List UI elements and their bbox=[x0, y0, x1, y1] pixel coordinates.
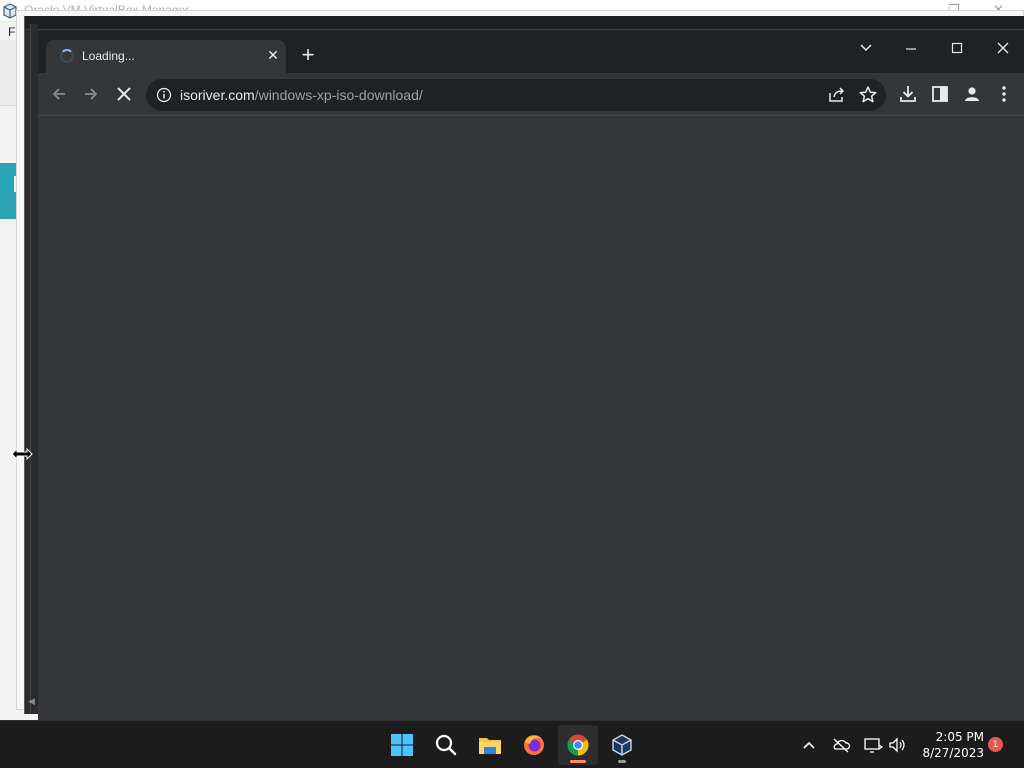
virtualbox-logo-icon bbox=[3, 3, 17, 19]
resize-cursor-icon bbox=[11, 447, 33, 461]
share-icon[interactable] bbox=[826, 84, 848, 106]
firefox-button[interactable] bbox=[514, 725, 554, 765]
back-icon[interactable] bbox=[48, 83, 70, 105]
folder-icon bbox=[479, 738, 501, 754]
url-path: /windows-xp-iso-download/ bbox=[254, 87, 423, 103]
forward-icon[interactable] bbox=[80, 83, 102, 105]
tab-active[interactable]: Loading... ✕ bbox=[46, 40, 286, 73]
site-info-icon[interactable] bbox=[156, 87, 172, 103]
close-icon[interactable] bbox=[988, 35, 1018, 61]
chrome-window: Loading... ✕ + isoriver.com/windows-xp-i… bbox=[38, 31, 1024, 720]
search-icon bbox=[435, 734, 457, 756]
stacked-window-edge-inner bbox=[30, 24, 38, 714]
virtualbox-icon bbox=[612, 734, 632, 756]
search-button[interactable] bbox=[426, 725, 466, 765]
browser-toolbar: isoriver.com/windows-xp-iso-download/ bbox=[38, 73, 1024, 116]
side-panel-icon[interactable] bbox=[929, 83, 951, 105]
loading-spinner-icon bbox=[60, 49, 74, 63]
download-icon[interactable] bbox=[897, 83, 919, 105]
address-bar[interactable]: isoriver.com/windows-xp-iso-download/ bbox=[146, 79, 886, 111]
file-explorer-button[interactable] bbox=[470, 725, 510, 765]
system-clock[interactable]: 2:05 PM 8/27/2023 bbox=[912, 729, 984, 761]
scroll-left-arrow-icon[interactable]: ◀ bbox=[28, 696, 38, 714]
menu-icon[interactable] bbox=[993, 83, 1015, 105]
onedrive-offline-icon[interactable] bbox=[831, 735, 851, 755]
profile-icon[interactable] bbox=[961, 83, 983, 105]
taskbar: 2:05 PM 8/27/2023 1 bbox=[0, 720, 1024, 768]
chrome-icon bbox=[567, 734, 589, 756]
show-hidden-icons-icon[interactable] bbox=[799, 735, 819, 755]
clock-time: 2:05 PM bbox=[935, 730, 984, 744]
tab-close-icon[interactable]: ✕ bbox=[264, 46, 282, 64]
firefox-icon bbox=[524, 735, 544, 755]
maximize-icon[interactable] bbox=[942, 35, 972, 61]
minimize-icon[interactable] bbox=[896, 35, 926, 61]
network-icon[interactable] bbox=[863, 735, 883, 755]
virtualbox-button[interactable] bbox=[602, 725, 642, 765]
stop-loading-icon[interactable] bbox=[113, 83, 135, 105]
start-button[interactable] bbox=[382, 725, 422, 765]
windows-start-icon bbox=[391, 734, 413, 756]
url-text[interactable]: isoriver.com/windows-xp-iso-download/ bbox=[180, 87, 423, 103]
new-tab-button[interactable]: + bbox=[296, 43, 320, 67]
chrome-button[interactable] bbox=[558, 725, 598, 765]
tab-search-icon[interactable] bbox=[851, 35, 881, 61]
page-content-area[interactable] bbox=[38, 116, 1024, 720]
url-host: isoriver.com bbox=[180, 87, 255, 103]
running-app-indicator bbox=[618, 760, 626, 763]
notification-badge[interactable]: 1 bbox=[988, 737, 1003, 752]
bookmark-star-icon[interactable] bbox=[857, 84, 879, 106]
tab-title: Loading... bbox=[82, 49, 135, 63]
active-app-indicator bbox=[570, 760, 586, 763]
volume-icon[interactable] bbox=[887, 735, 907, 755]
clock-date: 8/27/2023 bbox=[922, 746, 984, 760]
tab-strip: Loading... ✕ + bbox=[38, 31, 1024, 73]
